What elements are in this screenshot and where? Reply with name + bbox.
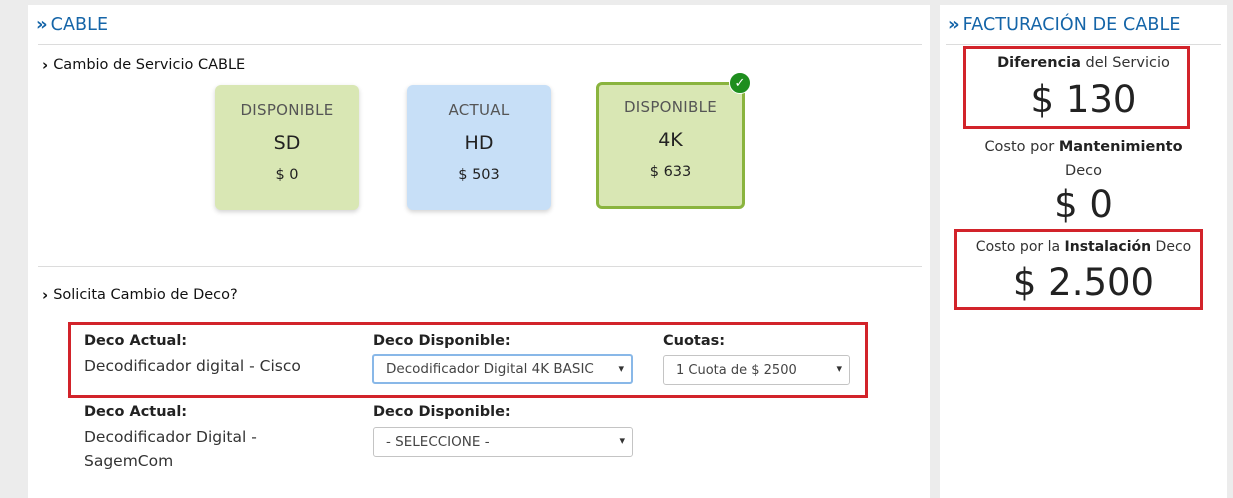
installation-label-post: Deco	[1151, 239, 1192, 255]
chevron-down-icon: ▾	[618, 362, 624, 375]
service-card-hd[interactable]: ACTUAL HD $ 503	[407, 85, 551, 210]
chevron-right-icon: ›	[42, 56, 49, 74]
deco-available-label: Deco Disponible:	[373, 333, 511, 349]
select-value: 1 Cuota de $ 2500	[676, 362, 797, 378]
service-section-title-text: Cambio de Servicio CABLE	[53, 57, 246, 73]
divider	[38, 266, 922, 267]
card-price: $ 0	[275, 167, 299, 183]
deco-current-label: Deco Actual:	[84, 404, 188, 420]
chevron-down-icon: ▾	[619, 434, 625, 447]
installation-amount: $ 2.500	[1012, 261, 1155, 304]
divider	[946, 44, 1221, 45]
billing-panel: » FACTURACIÓN DE CABLE Diferencia del Se…	[940, 5, 1227, 498]
chevron-down-icon: ▾	[836, 362, 842, 375]
service-card-sd[interactable]: DISPONIBLE SD $ 0	[215, 85, 359, 210]
card-name: 4K	[658, 129, 683, 151]
deco-section-title: › Solicita Cambio de Deco?	[42, 286, 238, 304]
service-card-4k[interactable]: ✓ DISPONIBLE 4K $ 633	[596, 72, 751, 209]
deco-available-label: Deco Disponible:	[373, 404, 511, 420]
installation-label-pre: Costo por la	[975, 239, 1065, 255]
select-value: - SELECCIONE -	[386, 434, 490, 450]
deco-available-select[interactable]: - SELECCIONE - ▾	[373, 427, 633, 457]
service-section-title: › Cambio de Servicio CABLE	[42, 56, 245, 74]
card-status: DISPONIBLE	[623, 98, 718, 116]
cable-panel: » CABLE › Cambio de Servicio CABLE DISPO…	[28, 5, 930, 498]
service-diff-label: Diferencia del Servicio	[940, 55, 1227, 71]
cable-panel-title: » CABLE	[36, 14, 108, 35]
cable-panel-title-text: CABLE	[50, 14, 109, 35]
double-chevron-icon: »	[36, 14, 48, 35]
card-price: $ 503	[458, 167, 500, 183]
installments-select[interactable]: 1 Cuota de $ 2500 ▾	[663, 355, 850, 385]
deco-available-select[interactable]: Decodificador Digital 4K BASIC ▾	[372, 354, 633, 384]
service-diff-label-bold: Diferencia	[997, 55, 1081, 71]
card-status: ACTUAL	[448, 101, 510, 119]
deco-current-value: Decodificador Digital - SagemCom	[84, 428, 257, 470]
select-value: Decodificador Digital 4K BASIC	[386, 361, 594, 377]
maintenance-label-bold: Mantenimiento	[1058, 139, 1183, 155]
card-status: DISPONIBLE	[240, 101, 334, 119]
service-diff-label-rest: del Servicio	[1080, 55, 1170, 71]
deco-current-value: Decodificador digital - Cisco	[84, 357, 301, 375]
card-name: SD	[273, 132, 301, 154]
installation-label-bold: Instalación	[1064, 239, 1152, 255]
divider	[38, 44, 922, 45]
chevron-right-icon: ›	[42, 286, 49, 304]
service-diff-amount: $ 130	[1030, 78, 1137, 121]
deco-section-title-text: Solicita Cambio de Deco?	[53, 287, 238, 303]
maintenance-label-post: Deco	[1065, 163, 1102, 179]
deco-current-label: Deco Actual:	[84, 333, 188, 349]
double-chevron-icon: »	[948, 14, 960, 35]
billing-panel-title-text: FACTURACIÓN DE CABLE	[962, 14, 1181, 35]
checkmark-icon: ✓	[729, 72, 751, 94]
card-price: $ 633	[649, 164, 692, 180]
card-name: HD	[464, 132, 494, 154]
maintenance-label: Costo por Mantenimiento Deco	[940, 135, 1227, 183]
installments-label: Cuotas:	[663, 333, 726, 349]
maintenance-label-pre: Costo por	[984, 139, 1059, 155]
maintenance-amount: $ 0	[1054, 183, 1113, 226]
billing-panel-title: » FACTURACIÓN DE CABLE	[948, 14, 1181, 35]
installation-label: Costo por la Instalación Deco	[940, 239, 1227, 255]
